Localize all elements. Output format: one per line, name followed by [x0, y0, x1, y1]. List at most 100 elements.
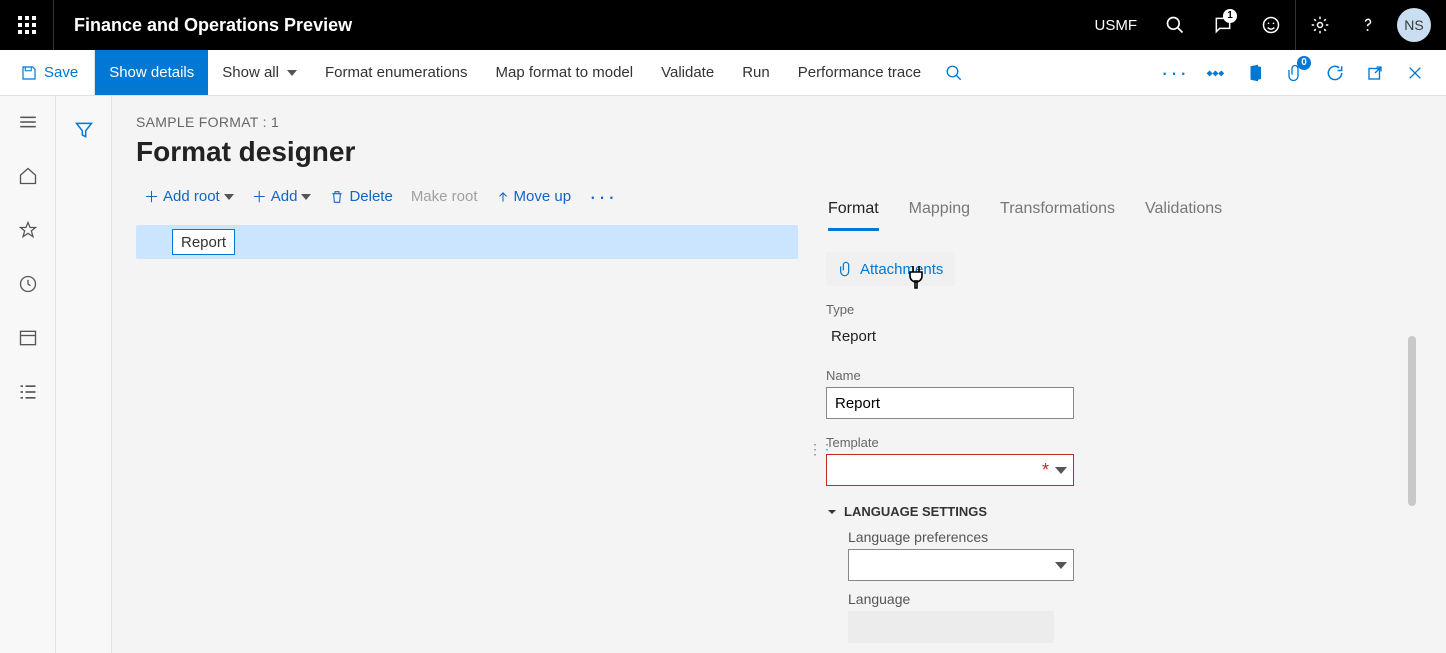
tree-row-selected[interactable]: Report [136, 225, 798, 259]
office-button[interactable] [1236, 50, 1274, 96]
personalize-icon [1205, 63, 1225, 83]
company-picker[interactable]: USMF [1081, 17, 1152, 34]
chevron-down-icon [1055, 562, 1067, 569]
attachments-label: Attachments [860, 261, 943, 278]
plus-icon: ＋ [144, 186, 159, 207]
perf-trace-button[interactable]: Performance trace [784, 50, 935, 95]
section-language-label: LANGUAGE SETTINGS [844, 504, 987, 519]
main-content: SAMPLE FORMAT : 1 Format designer ＋ Add … [112, 96, 1446, 653]
search-button[interactable] [1151, 0, 1199, 50]
chevron-down-icon [224, 194, 234, 200]
question-icon [1358, 15, 1378, 35]
label-language: Language [848, 591, 1438, 607]
label-lang-pref: Language preferences [848, 529, 1438, 545]
section-language-settings[interactable]: LANGUAGE SETTINGS [826, 504, 1438, 519]
plus-icon: ＋ [252, 186, 267, 207]
nav-recent-button[interactable] [12, 268, 44, 300]
feedback-button[interactable] [1247, 0, 1295, 50]
app-launcher-button[interactable] [0, 0, 54, 50]
tab-format[interactable]: Format [828, 200, 879, 231]
delete-label: Delete [349, 188, 392, 205]
name-input[interactable] [826, 387, 1074, 419]
popout-icon [1366, 64, 1384, 82]
office-icon [1246, 63, 1264, 83]
scrollbar[interactable] [1408, 336, 1416, 506]
search-icon [1165, 15, 1185, 35]
tree-more-button[interactable] [585, 193, 621, 201]
top-bar: Finance and Operations Preview USMF 1 NS [0, 0, 1446, 50]
properties-pane: Format Mapping Transformations Validatio… [826, 114, 1438, 653]
label-type: Type [826, 302, 1438, 317]
attachments-button[interactable]: Attachments [826, 252, 955, 286]
add-root-button[interactable]: ＋ Add root [140, 182, 238, 211]
label-template: Template [826, 435, 1438, 450]
add-button[interactable]: ＋ Add [248, 182, 316, 211]
language-value [848, 611, 1054, 643]
messages-badge: 1 [1223, 9, 1237, 23]
app-title: Finance and Operations Preview [54, 15, 372, 36]
refresh-button[interactable] [1316, 50, 1354, 96]
value-type: Report [826, 321, 1012, 352]
delete-button[interactable]: Delete [325, 184, 396, 209]
attachment-icon [838, 260, 854, 278]
filter-rail [56, 96, 112, 653]
tree-toolbar: ＋ Add root ＋ Add Delete Make root Move u… [136, 182, 826, 211]
workspace-icon [18, 328, 38, 348]
run-button[interactable]: Run [728, 50, 784, 95]
show-all-button[interactable]: Show all [208, 50, 311, 95]
settings-button[interactable] [1296, 0, 1344, 50]
tab-validations[interactable]: Validations [1145, 200, 1222, 231]
save-label: Save [44, 64, 78, 81]
designer-pane: SAMPLE FORMAT : 1 Format designer ＋ Add … [136, 114, 826, 653]
map-format-button[interactable]: Map format to model [482, 50, 648, 95]
nav-modules-button[interactable] [12, 376, 44, 408]
save-button[interactable]: Save [0, 50, 95, 95]
popout-button[interactable] [1356, 50, 1394, 96]
messages-button[interactable]: 1 [1199, 0, 1247, 50]
chevron-down-icon [301, 194, 311, 200]
more-actions-button[interactable] [1156, 50, 1194, 96]
nav-favorites-button[interactable] [12, 214, 44, 246]
close-icon [1407, 65, 1423, 81]
tab-mapping[interactable]: Mapping [909, 200, 970, 231]
required-indicator-icon: * [1042, 460, 1049, 481]
hamburger-icon [18, 115, 38, 129]
language-preferences-dropdown[interactable] [848, 549, 1074, 581]
template-dropdown[interactable]: * [826, 454, 1074, 486]
attachments-action-button[interactable]: 0 [1276, 50, 1314, 96]
star-icon [18, 220, 38, 240]
user-menu[interactable]: NS [1392, 0, 1446, 50]
breadcrumb: SAMPLE FORMAT : 1 [136, 114, 826, 130]
label-name: Name [826, 368, 1438, 383]
attachments-badge: 0 [1297, 56, 1311, 70]
avatar: NS [1397, 8, 1431, 42]
filter-button[interactable] [68, 114, 100, 146]
add-label: Add [271, 188, 298, 205]
help-button[interactable] [1344, 0, 1392, 50]
close-action-button[interactable] [1396, 50, 1434, 96]
chevron-down-icon [287, 70, 297, 76]
format-enumerations-button[interactable]: Format enumerations [311, 50, 482, 95]
tab-transformations[interactable]: Transformations [1000, 200, 1115, 231]
personalize-button[interactable] [1196, 50, 1234, 96]
move-up-label: Move up [514, 188, 572, 205]
filter-icon [74, 120, 94, 140]
validate-button[interactable]: Validate [647, 50, 728, 95]
nav-workspaces-button[interactable] [12, 322, 44, 354]
move-up-button[interactable]: Move up [492, 184, 576, 209]
toolbar-search-button[interactable] [935, 50, 973, 96]
chevron-down-icon [1055, 467, 1067, 474]
add-root-label: Add root [163, 188, 220, 205]
tree-node-report[interactable]: Report [172, 229, 235, 255]
page-title: Format designer [136, 136, 826, 168]
modules-icon [18, 382, 38, 402]
clock-icon [18, 274, 38, 294]
gear-icon [1310, 15, 1330, 35]
show-all-label: Show all [222, 64, 279, 81]
nav-home-button[interactable] [12, 160, 44, 192]
nav-collapse-button[interactable] [12, 106, 44, 138]
waffle-icon [18, 16, 36, 34]
show-details-button[interactable]: Show details [95, 50, 208, 95]
save-icon [20, 64, 38, 82]
search-icon [945, 64, 963, 82]
